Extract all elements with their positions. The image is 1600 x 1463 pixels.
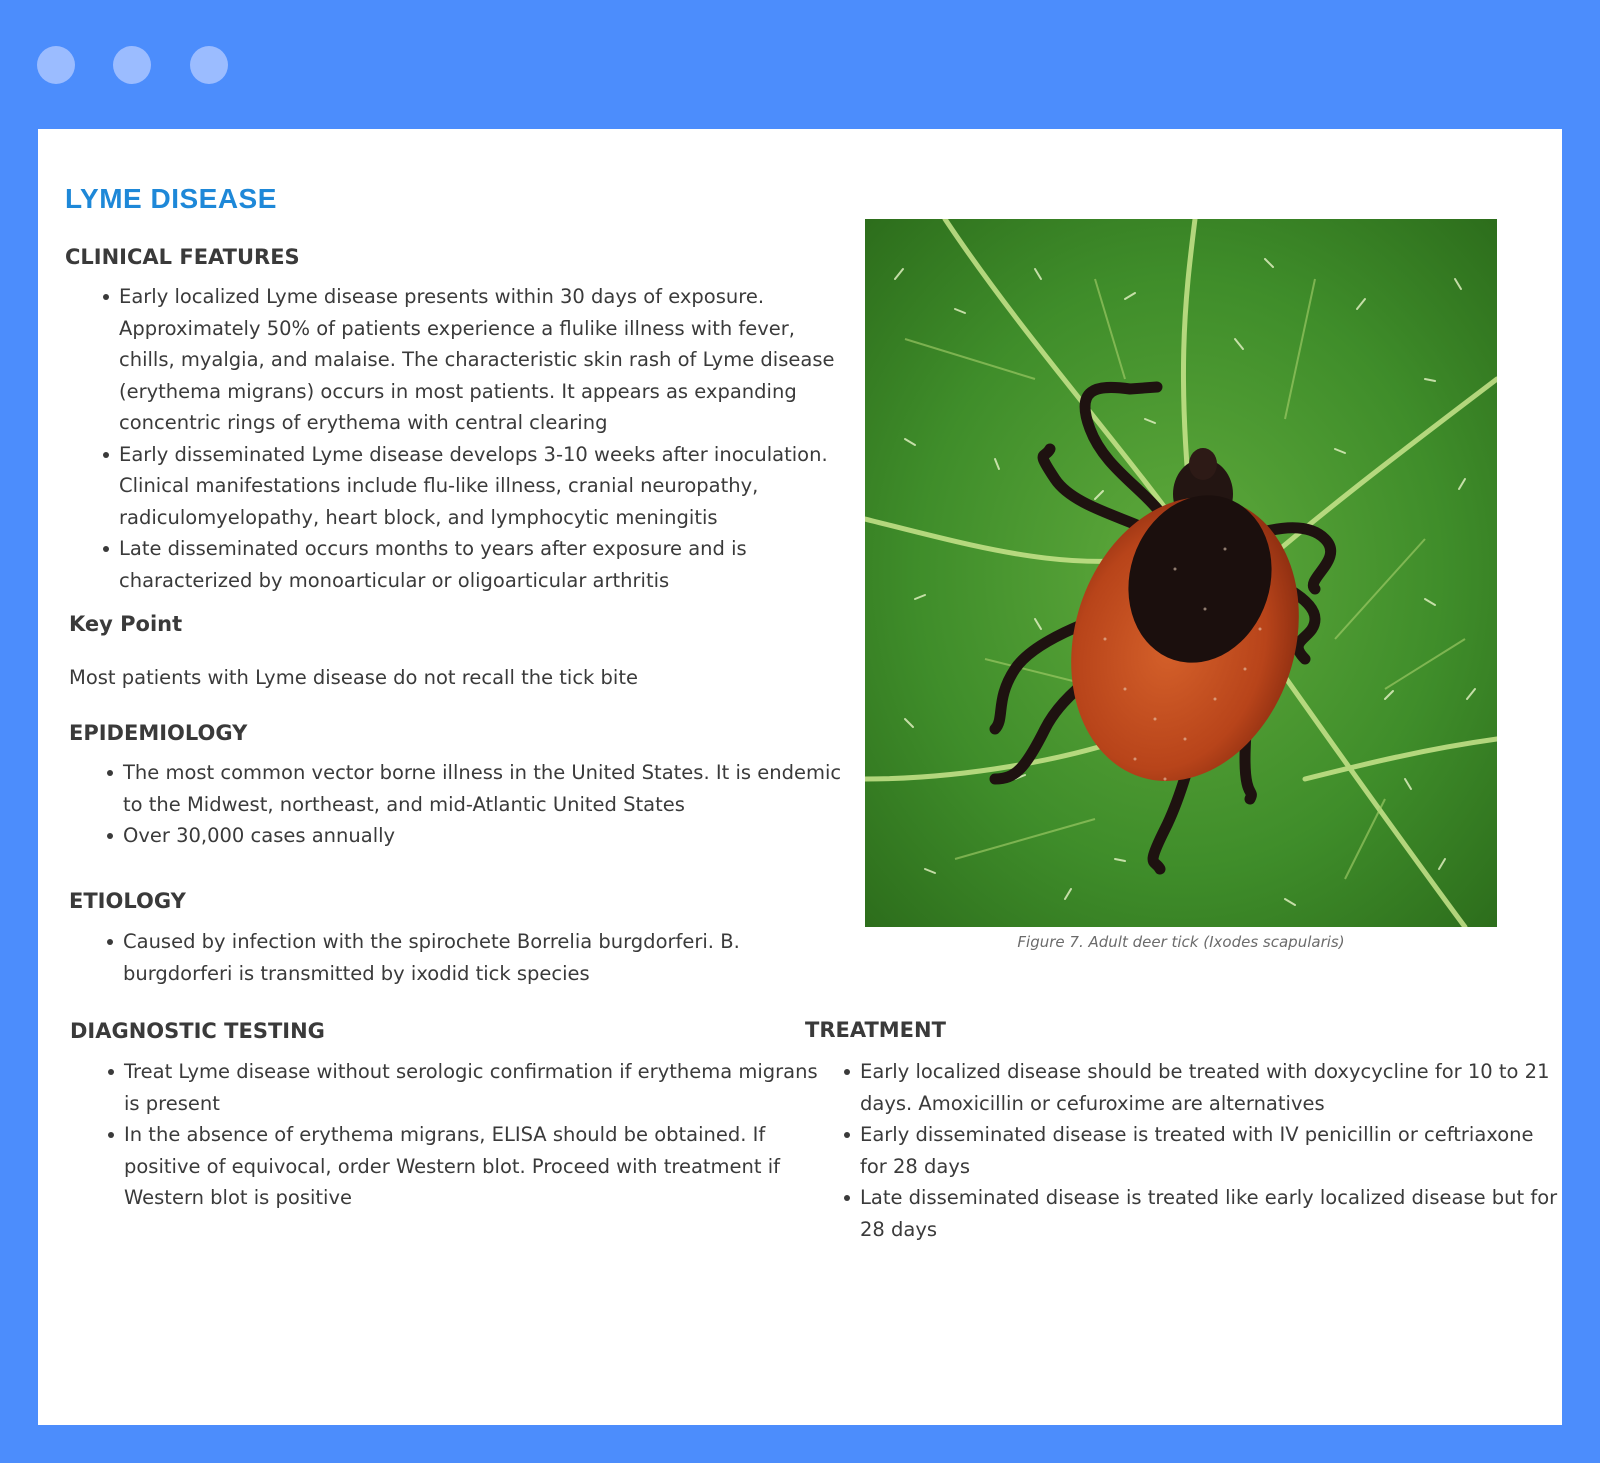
diagnostic-testing-heading: DIAGNOSTIC TESTING bbox=[70, 1019, 325, 1043]
window-dot-1[interactable] bbox=[37, 46, 75, 84]
list-item: Early disseminated disease is treated wi… bbox=[844, 1119, 1560, 1182]
diagnostic-testing-list: Treat Lyme disease without serologic con… bbox=[97, 1056, 824, 1214]
etiology-list: Caused by infection with the spirochete … bbox=[96, 926, 773, 989]
deer-tick-image bbox=[865, 219, 1497, 927]
clinical-features-heading: CLINICAL FEATURES bbox=[65, 245, 300, 269]
clinical-features-list: Early localized Lyme disease presents wi… bbox=[92, 281, 849, 596]
tick-photo bbox=[865, 219, 1497, 927]
list-item: Over 30,000 cases annually bbox=[107, 820, 858, 852]
window-dot-3[interactable] bbox=[190, 46, 228, 84]
epidemiology-heading: EPIDEMIOLOGY bbox=[69, 721, 248, 745]
window-dot-2[interactable] bbox=[113, 46, 151, 84]
key-point-text: Most patients with Lyme disease do not r… bbox=[69, 666, 638, 689]
list-item: Late disseminated disease is treated lik… bbox=[844, 1182, 1560, 1245]
key-point-heading: Key Point bbox=[69, 612, 183, 636]
list-item: The most common vector borne illness in … bbox=[107, 757, 858, 820]
list-item: Early localized disease should be treate… bbox=[844, 1056, 1560, 1119]
figure-caption: Figure 7. Adult deer tick (Ixodes scapul… bbox=[1017, 933, 1345, 951]
list-item: Treat Lyme disease without serologic con… bbox=[108, 1056, 824, 1119]
treatment-list: Early localized disease should be treate… bbox=[833, 1056, 1560, 1245]
list-item: Caused by infection with the spirochete … bbox=[107, 926, 773, 989]
content-page: LYME DISEASE CLINICAL FEATURES Early loc… bbox=[38, 129, 1562, 1425]
list-item: Early disseminated Lyme disease develops… bbox=[103, 439, 849, 534]
list-item: In the absence of erythema migrans, ELIS… bbox=[108, 1119, 824, 1214]
etiology-heading: ETIOLOGY bbox=[69, 889, 186, 913]
list-item: Late disseminated occurs months to years… bbox=[103, 533, 849, 596]
epidemiology-list: The most common vector borne illness in … bbox=[96, 757, 858, 852]
treatment-heading: TREATMENT bbox=[805, 1018, 946, 1042]
list-item: Early localized Lyme disease presents wi… bbox=[103, 281, 849, 439]
page-title: LYME DISEASE bbox=[65, 183, 277, 214]
